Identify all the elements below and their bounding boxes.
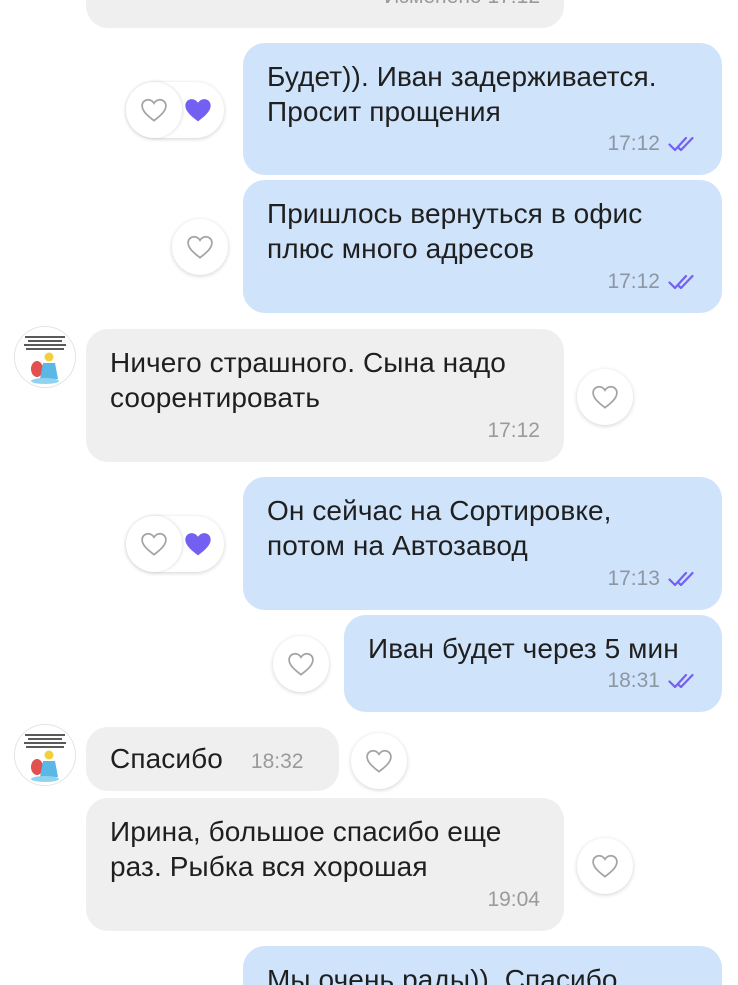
- message-meta: 17:12: [487, 413, 540, 448]
- message-text: Он сейчас на Сортировке, потом на Автоза…: [267, 495, 612, 561]
- heart-outline-icon[interactable]: [126, 516, 182, 572]
- double-check-icon: [668, 273, 698, 291]
- reaction-pill[interactable]: [126, 516, 224, 572]
- heart-outline-icon[interactable]: [577, 369, 633, 425]
- message-bubble-outgoing[interactable]: Мы очень рады)). Спасибо: [243, 946, 722, 985]
- message-bubble-incoming[interactable]: Изменено 17:12: [86, 0, 564, 28]
- message-meta: 18:31: [607, 663, 698, 698]
- message-time: 18:31: [607, 669, 660, 692]
- message-time: 19:04: [487, 888, 540, 911]
- avatar[interactable]: [14, 326, 76, 388]
- message-bubble-outgoing[interactable]: Пришлось вернуться в офис плюс много адр…: [243, 180, 722, 313]
- message-text: Пришлось вернуться в офис плюс много адр…: [267, 198, 643, 264]
- reaction-pill[interactable]: [126, 82, 224, 138]
- message-meta: 19:04: [487, 882, 540, 917]
- heart-outline-icon[interactable]: [273, 636, 329, 692]
- message-bubble-outgoing[interactable]: Он сейчас на Сортировке, потом на Автоза…: [243, 477, 722, 610]
- message-meta: Изменено 17:12: [384, 0, 540, 14]
- message-time: Изменено 17:12: [384, 0, 540, 14]
- message-text: Спасибо: [110, 743, 223, 774]
- message-time: 17:13: [607, 567, 660, 590]
- message-bubble-incoming[interactable]: Ирина, большое спасибо еще раз. Рыбка вс…: [86, 798, 564, 931]
- message-text: Мы очень рады)). Спасибо: [267, 964, 618, 985]
- heart-outline-icon[interactable]: [172, 219, 228, 275]
- double-check-icon: [668, 672, 698, 690]
- heart-outline-icon[interactable]: [577, 838, 633, 894]
- double-check-icon: [668, 135, 698, 153]
- message-bubble-incoming[interactable]: Ничего страшного. Сына надо соорентирова…: [86, 329, 564, 462]
- message-text: Ничего страшного. Сына надо соорентирова…: [110, 347, 506, 413]
- message-text: Будет)). Иван задерживается. Просит прощ…: [267, 61, 657, 127]
- message-time: 18:32: [250, 750, 304, 773]
- heart-outline-icon[interactable]: [351, 733, 407, 789]
- message-bubble-outgoing[interactable]: Иван будет через 5 мин 18:31: [344, 615, 722, 712]
- message-text: Иван будет через 5 мин: [368, 633, 679, 664]
- message-time: 17:12: [487, 419, 540, 442]
- message-text: Ирина, большое спасибо еще раз. Рыбка вс…: [110, 816, 502, 882]
- message-bubble-outgoing[interactable]: Будет)). Иван задерживается. Просит прощ…: [243, 43, 722, 175]
- message-meta: 17:12: [607, 126, 698, 161]
- message-time: 17:12: [607, 270, 660, 293]
- message-time: 17:12: [607, 132, 660, 155]
- double-check-icon: [668, 570, 698, 588]
- message-meta: 17:13: [607, 561, 698, 596]
- avatar[interactable]: [14, 724, 76, 786]
- message-meta: 17:12: [607, 264, 698, 299]
- heart-outline-icon[interactable]: [126, 82, 182, 138]
- message-bubble-incoming[interactable]: Спасибо 18:32: [86, 727, 339, 791]
